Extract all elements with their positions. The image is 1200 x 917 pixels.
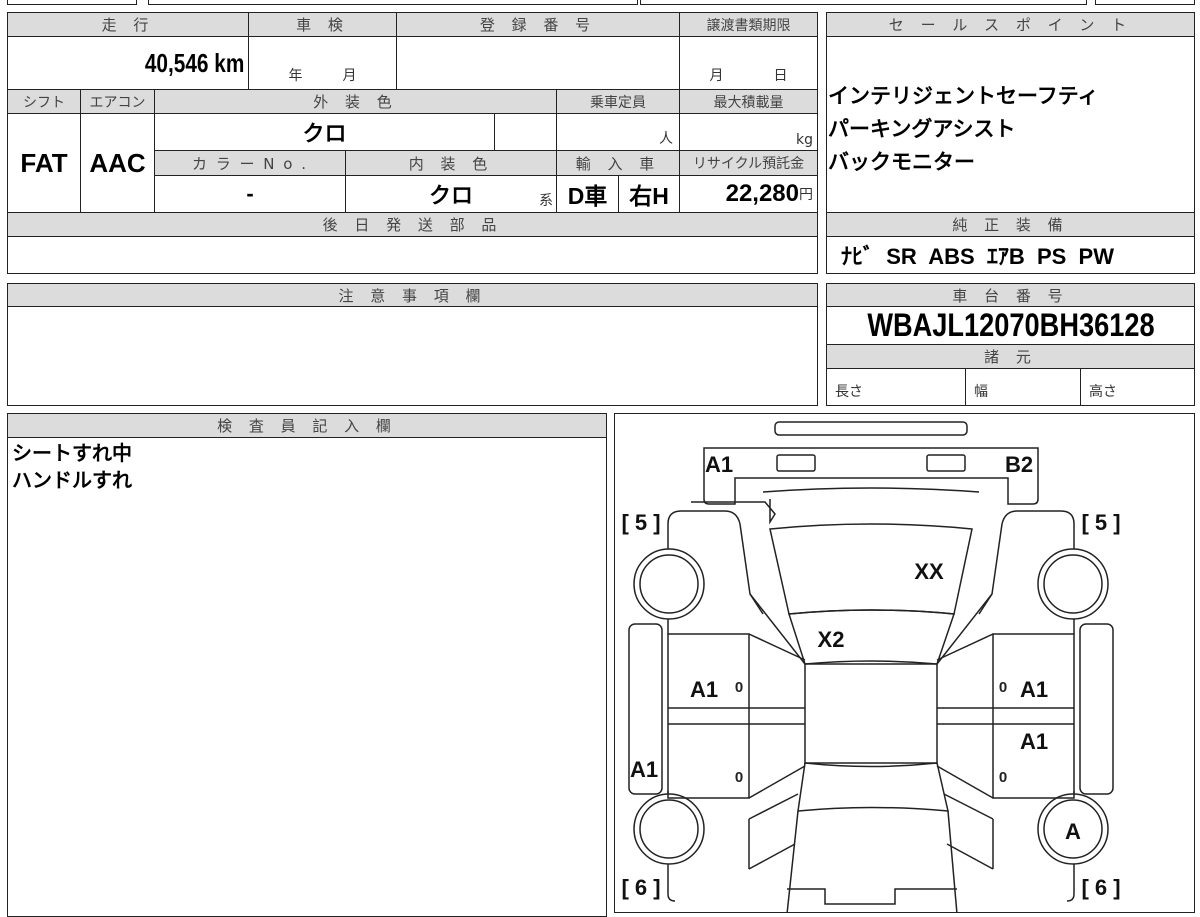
aircon-value: AAC	[80, 113, 155, 213]
chassis-number: WBAJL12070BH36128	[826, 306, 1195, 345]
diagram-mark-right-front-door: A1	[1020, 677, 1048, 702]
import-handle-value: 右H	[618, 175, 680, 213]
specs-label: 諸 元	[826, 344, 1195, 369]
diagram-mark-left-sill: A1	[630, 757, 658, 782]
roof	[804, 663, 938, 764]
sales-point-label: セ ー ル ス ポ イ ン ト	[826, 12, 1195, 37]
inspector-box	[7, 437, 607, 917]
width-cell: 幅	[965, 368, 1081, 406]
max-load-value: kg	[679, 113, 818, 151]
sales-point-list: インテリジェントセーフティ パーキングアシスト バックモニター	[828, 80, 1098, 179]
inspector-note: ハンドルすれ	[12, 468, 132, 492]
inspector-note: シートすれ中	[12, 441, 132, 465]
top-partial-cell	[640, 0, 1087, 5]
color-no-value: -	[154, 175, 346, 213]
transfer-deadline-value: 月日	[679, 36, 818, 90]
tire-tread-front-left: [ 5 ]	[621, 510, 660, 535]
registration-label: 登 録 番 号	[396, 12, 680, 37]
recycle-label: リサイクル預託金	[679, 150, 818, 176]
capacity-value: 人	[556, 113, 680, 151]
car-outline	[628, 421, 1114, 912]
damage-diagram: A1 B2 [ 5 ] [ 5 ] XX X2 A1 A1 A1 A1 A [ …	[614, 413, 1195, 913]
later-parts-value	[7, 236, 818, 274]
mileage-label: 走 行	[7, 12, 249, 37]
sales-point-item: インテリジェントセーフティ	[828, 84, 1099, 108]
tire-tread-rear-left: [ 6 ]	[621, 875, 660, 900]
shift-label: シフト	[7, 89, 81, 114]
equipment-label: 純 正 装 備	[826, 212, 1195, 237]
length-cell: 長さ	[826, 368, 966, 406]
color-no-label: カ ラ ー N o .	[154, 150, 346, 176]
top-partial-cell	[1095, 0, 1195, 5]
registration-value	[396, 36, 680, 90]
rear-window	[797, 762, 949, 812]
car-diagram-svg: A1 B2 [ 5 ] [ 5 ] XX X2 A1 A1 A1 A1 A [ …	[621, 421, 1121, 912]
interior-color-label: 内 装 色	[345, 150, 557, 176]
import-label: 輸 入 車	[556, 150, 680, 176]
sales-point-item: パーキングアシスト	[828, 117, 1016, 141]
diagram-mark-front-right: B2	[1005, 452, 1033, 477]
caution-box	[7, 306, 818, 406]
door-mark: 0	[735, 679, 743, 696]
tire-tread-rear-right: [ 6 ]	[1081, 875, 1120, 900]
diagram-mark-rear-right-wheel: A	[1065, 819, 1081, 844]
transfer-deadline-label: 譲渡書類期限	[679, 12, 818, 37]
diagram-mark-front-left: A1	[705, 452, 733, 477]
diagram-mark-windshield: X2	[818, 627, 845, 652]
trunk	[786, 810, 958, 912]
capacity-label: 乗車定員	[556, 89, 680, 114]
door-mark: 0	[999, 679, 1007, 696]
exterior-color-extra	[494, 113, 557, 151]
inspector-notes: シートすれ中 ハンドルすれ	[12, 440, 132, 494]
inspector-label: 検 査 員 記 入 欄	[7, 413, 607, 438]
caution-label: 注 意 事 項 欄	[7, 283, 818, 307]
shaken-value: 年月	[248, 36, 397, 90]
height-cell: 高さ	[1080, 368, 1195, 406]
top-partial-cell	[148, 0, 638, 5]
sales-point-item: バックモニター	[828, 150, 975, 174]
tire-tread-front-right: [ 5 ]	[1081, 510, 1120, 535]
shaken-label: 車 検	[248, 12, 397, 37]
diagram-mark-left-front-door: A1	[690, 677, 718, 702]
diagram-mark-hood: XX	[914, 559, 944, 584]
exterior-color-label: 外 装 色	[154, 89, 557, 114]
headlight-left	[776, 454, 816, 472]
shift-value: FAT	[7, 113, 81, 213]
interior-color-value: クロ 系	[345, 175, 557, 213]
door-mark: 0	[999, 769, 1007, 786]
later-parts-label: 後 日 発 送 部 品	[7, 212, 818, 237]
recycle-value: 22,280 円	[679, 175, 818, 213]
max-load-label: 最大積載量	[679, 89, 818, 114]
equipment-value: ﾅﾋﾞ SR ABS ｴｱB PS PW	[826, 236, 1195, 274]
front-bumper	[774, 421, 968, 436]
top-partial-cell	[7, 0, 137, 5]
front-panel	[703, 447, 1039, 505]
door-mark: 0	[735, 769, 743, 786]
windshield	[788, 609, 956, 665]
import-dealer-value: D車	[556, 175, 619, 213]
diagram-mark-right-rear-door: A1	[1020, 729, 1048, 754]
aircon-label: エアコン	[80, 89, 155, 114]
mileage-value: 40,546 km	[7, 36, 249, 90]
headlight-right	[926, 454, 966, 472]
chassis-label: 車 台 番 号	[826, 283, 1195, 307]
exterior-color-value: クロ	[154, 113, 495, 151]
